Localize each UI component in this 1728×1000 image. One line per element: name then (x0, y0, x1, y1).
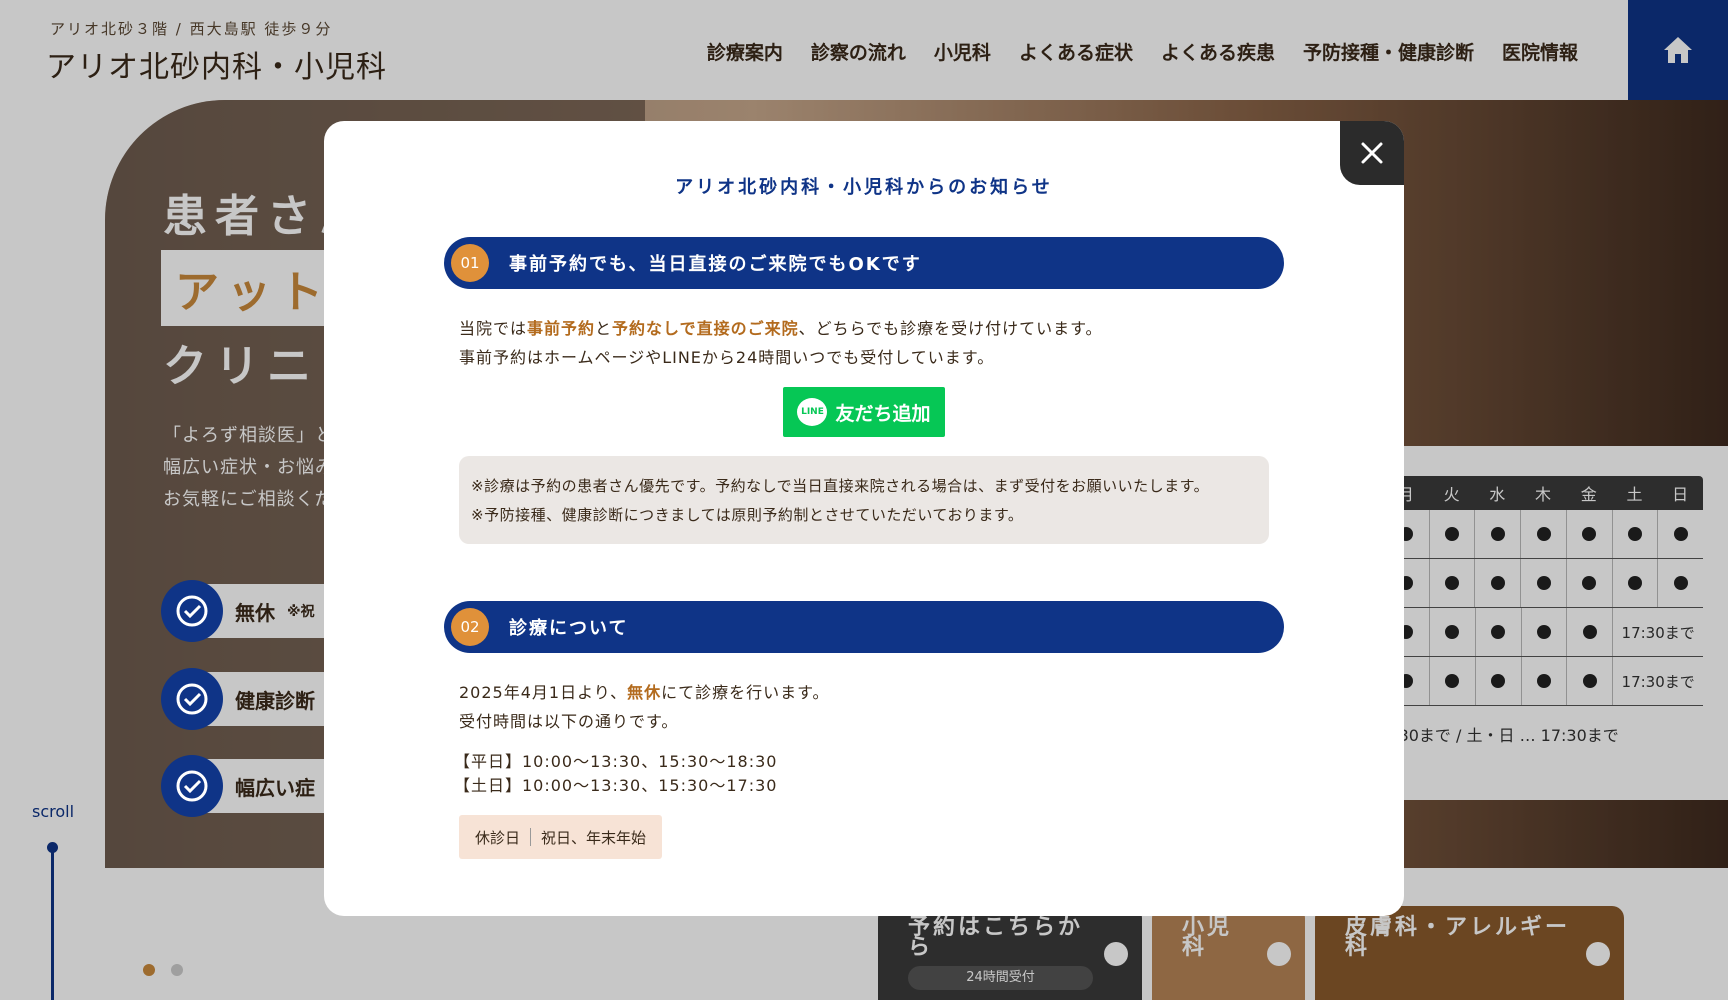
hours-weekday: 【平日】10:00〜13:30、15:30〜18:30 (454, 752, 778, 771)
modal-title: アリオ北砂内科・小児科からのお知らせ (675, 177, 1053, 198)
section-title: 事前予約でも、当日直接のご来院でもOKです (509, 254, 922, 275)
close-icon (1361, 142, 1383, 164)
closed-value: 祝日、年末年始 (541, 828, 647, 847)
treatment-line2: 受付時間は以下の通りです。 (459, 712, 679, 731)
reservation-line2: 事前予約はホームページやLINEから24時間いつでも受付しています。 (459, 348, 995, 367)
section-number: 01 (451, 244, 489, 282)
reservation-text: 当院では事前予約と予約なしで直接のご来院、どちらでも診療を受け付けています。 事… (459, 314, 1103, 372)
separator (530, 828, 532, 846)
check-icon (161, 755, 223, 817)
treatment-line1: 2025年4月1日より、無休にて診療を行います。 (459, 683, 830, 702)
reservation-line1: 当院では事前予約と予約なしで直接のご来院、どちらでも診療を受け付けています。 (459, 319, 1103, 338)
notice-line: ※診療は予約の患者さん優先です。予約なしで当日直接来院される場合は、まず受付をお… (471, 477, 1210, 495)
section-title: 診療について (509, 618, 629, 639)
section-header-reservation: 01 事前予約でも、当日直接のご来院でもOKです (444, 237, 1284, 289)
highlight-text: 無休 (627, 683, 662, 702)
section-header-treatment: 02 診療について (444, 601, 1284, 653)
line-button-label: 友だち追加 (835, 402, 931, 425)
treatment-text: 2025年4月1日より、無休にて診療を行います。 受付時間は以下の通りです。 (459, 678, 830, 736)
hours-text: 【平日】10:00〜13:30、15:30〜18:30 【土日】10:00〜13… (454, 750, 777, 798)
highlight-text: 事前予約 (527, 319, 596, 338)
notice-box: ※診療は予約の患者さん優先です。予約なしで当日直接来院される場合は、まず受付をお… (459, 456, 1269, 544)
hours-weekend: 【土日】10:00〜13:30、15:30〜17:30 (454, 776, 778, 795)
check-icon (161, 580, 223, 642)
notice-modal: アリオ北砂内科・小児科からのお知らせ 01 事前予約でも、当日直接のご来院でもO… (324, 121, 1404, 916)
closed-days-badge: 休診日 祝日、年末年始 (459, 815, 663, 859)
section-number: 02 (451, 608, 489, 646)
line-icon: LINE (797, 398, 828, 426)
closed-label: 休診日 (475, 828, 521, 847)
notice-line: ※予防接種、健康診断につきましては原則予約制とさせていただいております。 (471, 506, 1024, 524)
modal-close-button[interactable] (1340, 121, 1404, 185)
highlight-text: 予約なしで直接のご来院 (612, 319, 799, 338)
check-icon (161, 668, 223, 730)
line-add-friend-button[interactable]: LINE 友だち追加 (783, 387, 945, 437)
